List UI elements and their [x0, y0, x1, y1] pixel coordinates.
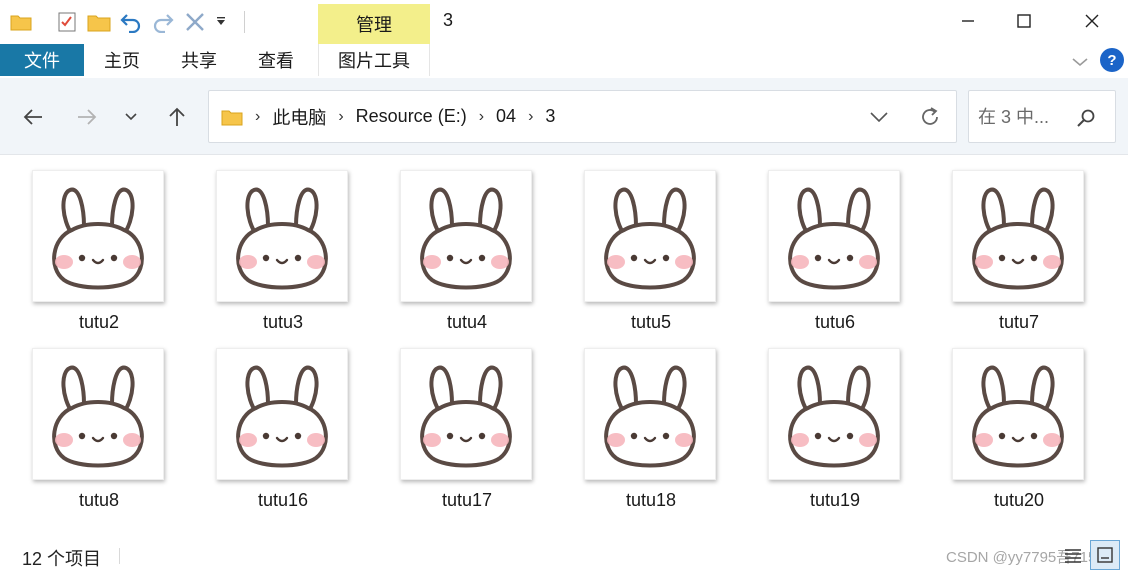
file-item[interactable]: tutu8 — [16, 334, 166, 510]
tab-view[interactable]: 查看 — [246, 44, 306, 76]
file-name[interactable]: tutu5 — [568, 312, 734, 333]
tab-home[interactable]: 主页 — [90, 44, 154, 76]
file-name[interactable]: tutu6 — [752, 312, 918, 333]
chevron-right-icon[interactable]: › — [528, 108, 533, 126]
tab-file[interactable]: 文件 — [0, 44, 84, 76]
status-bar: 12 个项目 CSDN @yy7795吾715 — [0, 536, 1128, 574]
back-arrow-icon[interactable] — [16, 100, 50, 134]
tab-share[interactable]: 共享 — [168, 44, 230, 76]
file-name[interactable]: tutu2 — [16, 312, 182, 333]
image-thumbnail[interactable] — [32, 170, 164, 302]
image-thumbnail[interactable] — [32, 348, 164, 480]
image-thumbnail[interactable] — [400, 348, 532, 480]
recent-locations-chevron-icon[interactable] — [114, 100, 148, 134]
file-item[interactable]: tutu18 — [568, 334, 718, 510]
close-button[interactable] — [1064, 0, 1120, 42]
redo-icon[interactable] — [150, 9, 176, 35]
navigation-bar: › 此电脑 › Resource (E:) › 04 › 3 — [0, 78, 1128, 155]
file-name[interactable]: tutu3 — [200, 312, 366, 333]
search-icon[interactable] — [1075, 107, 1097, 129]
image-thumbnail[interactable] — [768, 348, 900, 480]
forward-arrow-icon[interactable] — [70, 100, 104, 134]
tab-manage[interactable]: 管理 — [318, 4, 430, 44]
image-thumbnail[interactable] — [216, 170, 348, 302]
item-count: 12 个项目 — [22, 549, 102, 569]
refresh-icon[interactable] — [915, 102, 945, 132]
details-view-icon[interactable] — [1062, 545, 1084, 567]
breadcrumb: › 此电脑 › Resource (E:) › 04 › 3 — [221, 91, 555, 142]
file-name[interactable]: tutu20 — [936, 490, 1102, 511]
image-thumbnail[interactable] — [952, 348, 1084, 480]
undo-icon[interactable] — [118, 9, 144, 35]
file-item[interactable]: tutu19 — [752, 334, 902, 510]
breadcrumb-this-pc[interactable]: 此电脑 — [272, 104, 326, 130]
breadcrumb-drive[interactable]: Resource (E:) — [356, 106, 467, 127]
up-arrow-icon[interactable] — [160, 100, 194, 134]
file-item[interactable]: tutu16 — [200, 334, 350, 510]
expand-ribbon-chevron-icon[interactable] — [1068, 50, 1092, 74]
file-view: tutu2 tutu3 tutu4 tutu5 tutu6 tutu7 tutu… — [0, 156, 1128, 532]
image-thumbnail[interactable] — [584, 348, 716, 480]
tab-picture-tools[interactable]: 图片工具 — [318, 44, 430, 76]
delete-icon[interactable] — [182, 9, 208, 35]
file-name[interactable]: tutu18 — [568, 490, 734, 511]
image-thumbnail[interactable] — [584, 170, 716, 302]
large-icons-view-icon[interactable] — [1090, 540, 1120, 570]
minimize-button[interactable] — [940, 0, 996, 42]
file-name[interactable]: tutu17 — [384, 490, 550, 511]
file-name[interactable]: tutu7 — [936, 312, 1102, 333]
chevron-right-icon[interactable]: › — [338, 108, 343, 126]
address-history-chevron-icon[interactable] — [865, 103, 893, 131]
breadcrumb-folder-04[interactable]: 04 — [496, 106, 516, 127]
image-thumbnail[interactable] — [768, 170, 900, 302]
file-item[interactable]: tutu6 — [752, 156, 902, 332]
chevron-right-icon[interactable]: › — [479, 108, 484, 126]
chevron-right-icon: › — [255, 107, 261, 125]
new-folder-icon[interactable] — [86, 9, 112, 35]
help-button[interactable]: ? — [1100, 48, 1124, 72]
quick-access-toolbar — [8, 8, 245, 36]
search-box[interactable] — [968, 90, 1116, 143]
address-bar[interactable]: › 此电脑 › Resource (E:) › 04 › 3 — [208, 90, 957, 143]
window-title: 3 — [443, 10, 454, 30]
image-thumbnail[interactable] — [216, 348, 348, 480]
chevron-down-icon[interactable] — [214, 9, 228, 35]
folder-icon — [221, 108, 243, 126]
image-thumbnail[interactable] — [952, 170, 1084, 302]
file-name[interactable]: tutu16 — [200, 490, 366, 511]
file-name[interactable]: tutu8 — [16, 490, 182, 511]
file-item[interactable]: tutu17 — [384, 334, 534, 510]
ribbon: 文件 主页 共享 查看 图片工具 ? — [0, 44, 1128, 78]
title-bar: 管理 3 — [0, 0, 1128, 44]
file-item[interactable]: tutu5 — [568, 156, 718, 332]
file-item[interactable]: tutu2 — [16, 156, 166, 332]
search-input[interactable] — [978, 105, 1078, 129]
file-item[interactable]: tutu3 — [200, 156, 350, 332]
file-item[interactable]: tutu7 — [936, 156, 1086, 332]
maximize-button[interactable] — [996, 0, 1052, 42]
file-name[interactable]: tutu4 — [384, 312, 550, 333]
status-divider — [119, 548, 120, 564]
image-thumbnail[interactable] — [400, 170, 532, 302]
properties-icon[interactable] — [54, 9, 80, 35]
toolbar-divider — [244, 11, 245, 33]
folder-icon[interactable] — [8, 9, 34, 35]
file-name[interactable]: tutu19 — [752, 490, 918, 511]
file-item[interactable]: tutu20 — [936, 334, 1086, 510]
breadcrumb-folder-3[interactable]: 3 — [545, 106, 555, 127]
file-item[interactable]: tutu4 — [384, 156, 534, 332]
